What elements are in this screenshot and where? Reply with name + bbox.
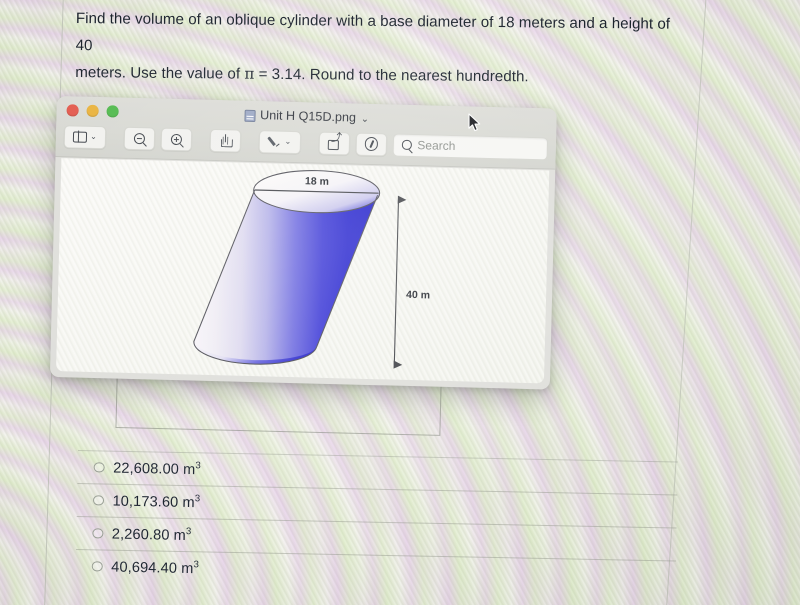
question-prompt: Find the volume of an oblique cylinder w… (75, 5, 688, 92)
chevron-down-icon: ⌄ (90, 131, 97, 142)
magnifier-minus-icon (133, 132, 146, 144)
chevron-down-icon: ⌄ (284, 136, 292, 146)
sidebar-icon (72, 130, 88, 143)
zoom-in-button[interactable] (160, 127, 193, 151)
answer-exponent-1: 3 (195, 460, 202, 472)
pi-symbol: π (244, 64, 255, 83)
height-arrow (393, 195, 407, 369)
answer-exponent-2: 3 (194, 493, 201, 505)
question-line-2a: meters. Use the value of (75, 63, 245, 83)
answer-exponent-4: 3 (193, 559, 200, 571)
answer-value-4: 40,694.40 m (111, 559, 194, 578)
diameter-label: 18 m (305, 175, 329, 188)
search-input[interactable]: Search (392, 133, 549, 160)
annotate-button[interactable] (355, 132, 388, 156)
radio-button[interactable] (92, 528, 104, 539)
answer-choice-list: 22,608.00 m3 10,173.60 m3 2,260.80 m3 40… (75, 450, 678, 594)
answer-label-4: 40,694.40 m3 (111, 558, 199, 578)
document-icon (243, 109, 256, 123)
answer-value-1: 22,608.00 m (112, 460, 196, 479)
cylinder-lateral-surface (193, 190, 378, 365)
share-icon (219, 134, 231, 147)
question-line-1: Find the volume of an oblique cylinder w… (75, 9, 671, 55)
screen-photo: Find the volume of an oblique cylinder w… (0, 0, 800, 605)
rotate-button[interactable] (318, 131, 351, 155)
answer-label-3: 2,260.80 m3 (112, 525, 192, 544)
radio-button[interactable] (92, 495, 104, 506)
zoom-out-button[interactable] (123, 126, 156, 150)
rotate-icon (328, 137, 341, 149)
markup-pen-button[interactable]: ⌄ (258, 129, 302, 154)
search-icon (401, 139, 412, 150)
magnifier-plus-icon (170, 133, 183, 145)
image-canvas[interactable]: 18 m 40 m (56, 158, 550, 384)
height-label: 40 m (406, 289, 430, 302)
answer-value-3: 2,260.80 m (111, 526, 187, 545)
preview-window[interactable]: Unit H Q15D.png ⌄ ⌄ ⌄ ⤴ Search 18 m 40 m (49, 96, 557, 390)
window-titlebar[interactable]: Unit H Q15D.png ⌄ ⌄ ⌄ ⤴ Search (55, 96, 557, 170)
window-title-text: Unit H Q15D.png (259, 108, 357, 125)
pen-icon (268, 135, 281, 148)
question-line-2b: = 3.14. Round to the nearest hundredth. (254, 65, 529, 86)
annotate-icon (364, 137, 379, 151)
answer-label-2: 10,173.60 m3 (112, 492, 200, 512)
search-placeholder: Search (417, 138, 456, 154)
answer-exponent-3: 3 (185, 526, 192, 538)
radio-button[interactable] (91, 561, 103, 572)
answer-value-2: 10,173.60 m (112, 493, 195, 512)
answer-label-1: 22,608.00 m3 (113, 459, 201, 479)
preview-toolbar: ⌄ ⌄ ⤴ Search (63, 124, 549, 160)
share-button[interactable] (209, 128, 242, 153)
radio-button[interactable] (93, 462, 105, 473)
chevron-down-icon[interactable]: ⌄ (361, 113, 369, 124)
oblique-cylinder-figure: 18 m 40 m (193, 170, 430, 369)
sidebar-toggle-button[interactable]: ⌄ (63, 124, 107, 149)
